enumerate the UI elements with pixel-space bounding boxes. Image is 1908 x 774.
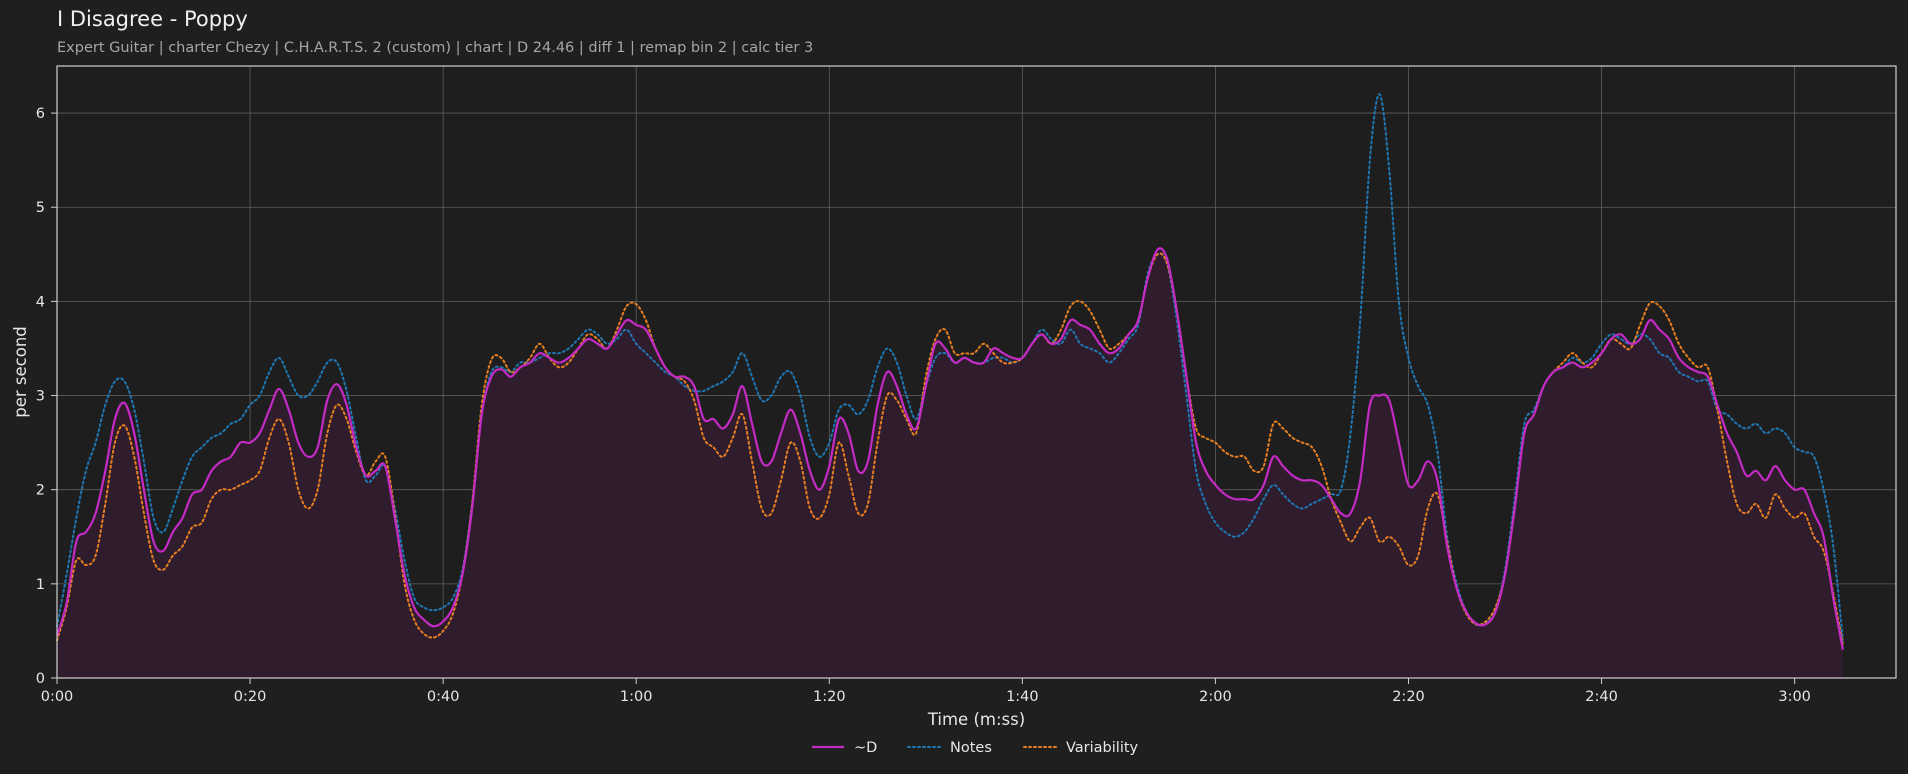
x-tick-label: 0:20 xyxy=(234,689,267,705)
x-tick-label: 1:40 xyxy=(1006,689,1039,705)
x-tick-label: 2:20 xyxy=(1392,689,1425,705)
x-tick-label: 2:40 xyxy=(1585,689,1618,705)
legend-label: Notes xyxy=(950,740,992,756)
y-tick-label: 4 xyxy=(36,294,45,310)
x-tick-label: 3:00 xyxy=(1778,689,1811,705)
line-chart: 0:00 0:20 0:40 1:00 1:20 1:40 2:00 2:20 2:40 3:00… xyxy=(11,65,1897,756)
y-tick-label: 0 xyxy=(36,671,45,687)
y-tick-label: 2 xyxy=(36,483,45,499)
y-axis-title: per second xyxy=(11,326,30,418)
x-tick-label: 2:00 xyxy=(1199,689,1232,705)
x-tick-label: 1:20 xyxy=(813,689,846,705)
x-tick-label: 0:00 xyxy=(41,689,74,705)
x-tick-label: 1:00 xyxy=(620,689,653,705)
x-axis-title: Time (m:ss) xyxy=(927,710,1025,729)
legend: ~D Notes Variability xyxy=(812,740,1139,756)
y-tick-label: 5 xyxy=(36,200,45,216)
x-axis: 0:00 0:20 0:40 1:00 1:20 1:40 2:00 2:20 2:40 3:00 xyxy=(41,678,1811,705)
x-tick-label: 0:40 xyxy=(427,689,460,705)
y-tick-label: 3 xyxy=(36,389,45,405)
y-tick-label: 1 xyxy=(36,577,45,593)
y-axis: 0 1 2 3 4 5 6 xyxy=(36,106,57,687)
y-tick-label: 6 xyxy=(36,106,45,122)
legend-label: Variability xyxy=(1066,740,1139,756)
legend-label: ~D xyxy=(854,740,877,756)
